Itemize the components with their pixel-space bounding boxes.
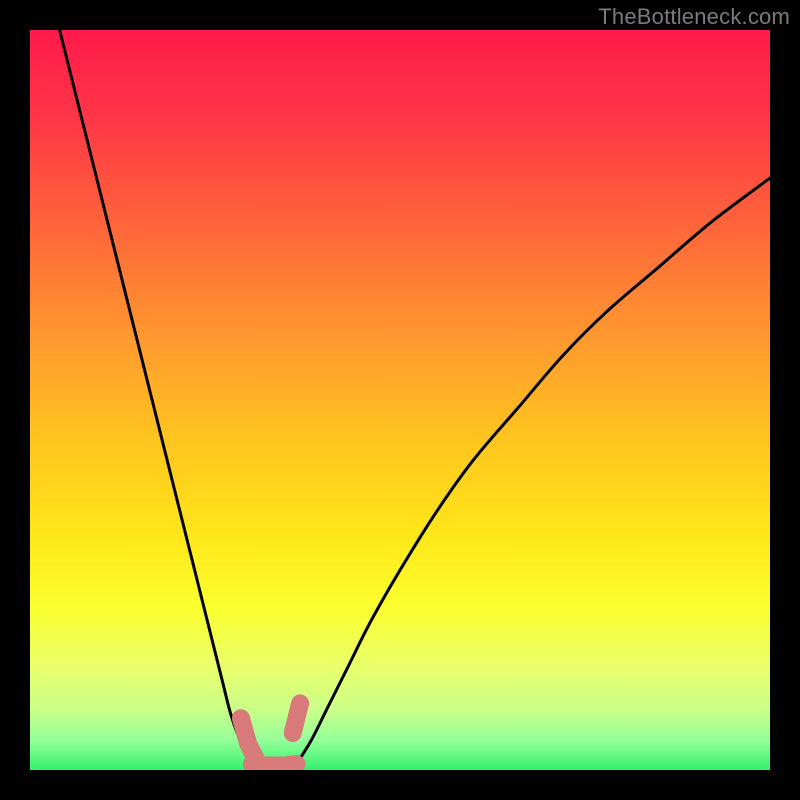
chart-curves-layer <box>30 30 770 770</box>
marker-bottom-segment <box>252 764 296 765</box>
watermark-text: TheBottleneck.com <box>598 4 790 30</box>
marker-right-segment <box>293 703 300 733</box>
curve-right <box>296 178 770 764</box>
chart-frame: TheBottleneck.com <box>0 0 800 800</box>
chart-plot-area <box>30 30 770 770</box>
curve-left <box>60 30 260 764</box>
marker-left-segment <box>241 718 256 759</box>
